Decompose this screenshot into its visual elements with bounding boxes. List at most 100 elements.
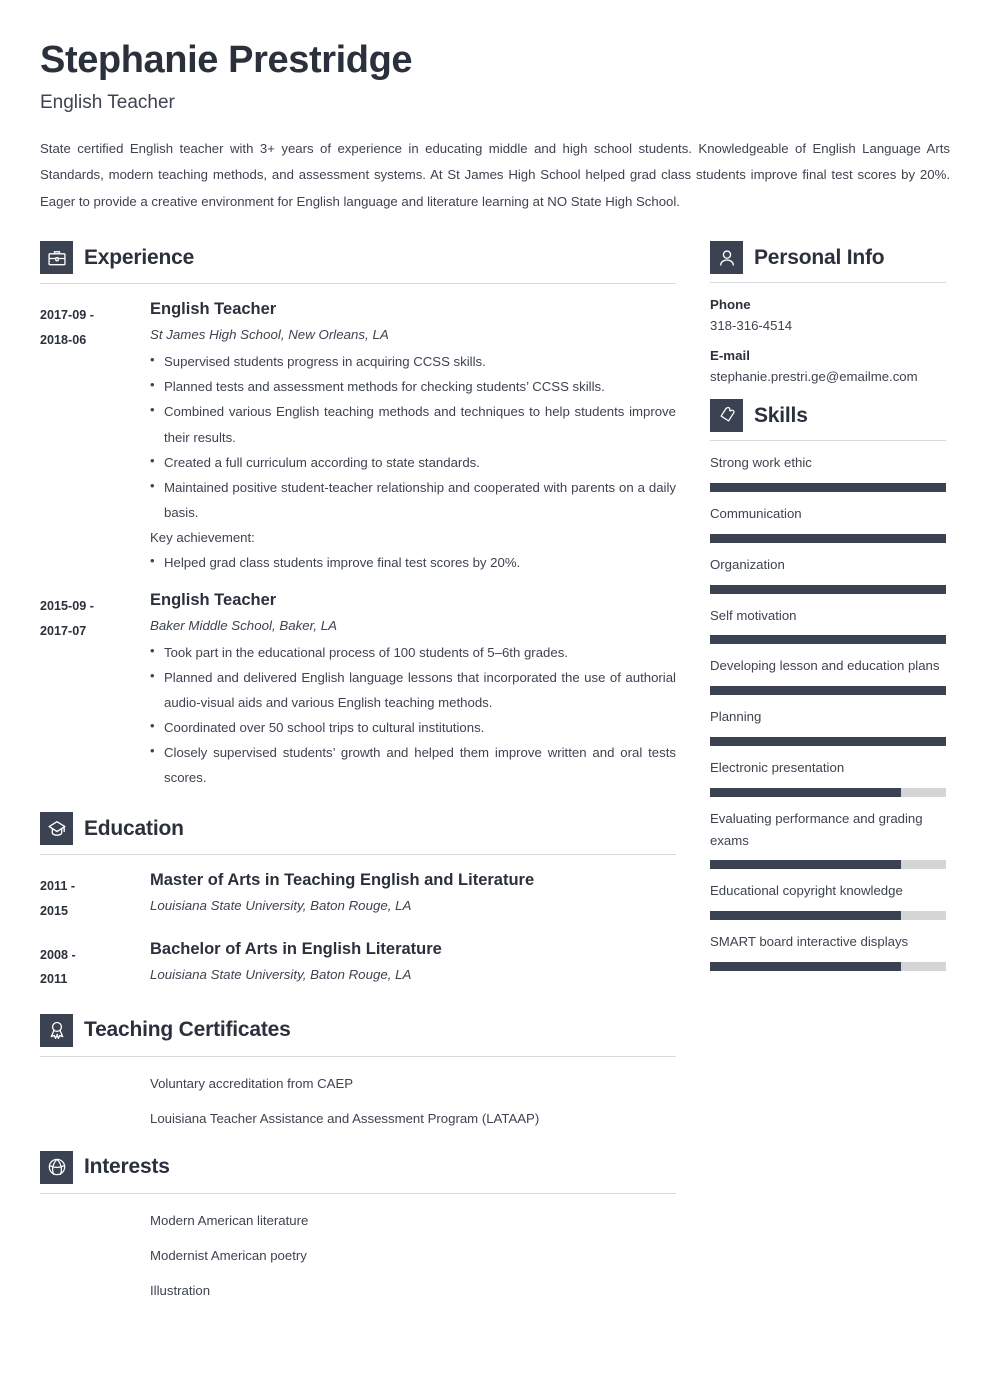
- section-title: Education: [84, 816, 184, 840]
- list-item: Closely supervised students’ growth and …: [150, 739, 676, 790]
- list-item: Maintained positive student-teacher rela…: [150, 474, 676, 525]
- education-entry: 2008 - 2011 Bachelor of Arts in English …: [40, 924, 676, 992]
- entry-title: Master of Arts in Teaching English and L…: [150, 871, 535, 890]
- skill-row: Developing lesson and education plans: [710, 644, 946, 696]
- list-item: Illustration: [150, 1283, 211, 1299]
- skill-row: Communication: [710, 492, 946, 543]
- certificates-list: Voluntary accreditation from CAEP Louisi…: [150, 1069, 676, 1139]
- personal-info-fields: Phone 318-316-4514 E-mail stephanie.pres…: [710, 283, 946, 384]
- skill-level-fill: [710, 483, 946, 493]
- section-title: Personal Info: [754, 245, 885, 269]
- skill-name: Self motivation: [710, 607, 797, 623]
- section-experience: Experience 2017-09 - 2018-06 English Tea…: [40, 241, 676, 790]
- entry-body: English Teacher St James High School, Ne…: [150, 300, 676, 575]
- key-achievement-label: Key achievement:: [150, 529, 255, 545]
- skill-level-track: [710, 787, 946, 797]
- experience-entry: 2015-09 - 2017-07 English Teacher Baker …: [40, 575, 676, 790]
- list-item: Voluntary accreditation from CAEP: [150, 1075, 354, 1091]
- entry-date: 2015-09 - 2017-07: [40, 591, 150, 790]
- section-header-personal-info: Personal Info: [710, 241, 946, 282]
- list-item: Coordinated over 50 school trips to cult…: [150, 714, 676, 740]
- skill-level-fill: [710, 961, 902, 971]
- section-interests: Interests Modern American literature Mod…: [40, 1150, 676, 1311]
- resume-header: Stephanie Prestridge English Teacher Sta…: [40, 38, 950, 215]
- list-item: Combined various English teaching method…: [150, 398, 676, 449]
- section-header-experience: Experience: [40, 241, 676, 283]
- entry-subtitle: Louisiana State University, Baton Rouge,…: [150, 966, 412, 982]
- list-item: Louisiana Teacher Assistance and Assessm…: [150, 1110, 540, 1126]
- section-personal-info: Personal Info Phone 318-316-4514 E-mail …: [710, 241, 946, 384]
- skill-level-fill: [710, 787, 902, 797]
- interests-list-wrap: Modern American literature Modernist Ame…: [40, 1194, 676, 1311]
- entry-title: Bachelor of Arts in English Literature: [150, 939, 442, 958]
- list-item: Took part in the educational process of …: [150, 639, 676, 665]
- entry-date-end: 2015: [40, 904, 69, 919]
- email-value: stephanie.prestri.ge@emailme.com: [710, 369, 918, 385]
- briefcase-icon: [40, 241, 73, 275]
- section-header-skills: Skills: [710, 399, 946, 440]
- skill-name: Evaluating performance and grading exams: [710, 810, 923, 848]
- entry-body: Master of Arts in Teaching English and L…: [150, 871, 676, 923]
- skill-level-track: [710, 483, 946, 493]
- puzzle-piece-icon: [710, 399, 743, 433]
- section-header-interests: Interests: [40, 1150, 676, 1193]
- entry-date-end: 2017-07: [40, 623, 87, 638]
- list-item: Created a full curriculum according to s…: [150, 449, 676, 475]
- list-item: Planned and delivered English language l…: [150, 664, 676, 715]
- skill-level-fill: [710, 736, 946, 746]
- skill-name: Strong work ethic: [710, 455, 812, 471]
- award-ribbon-icon: [40, 1013, 73, 1047]
- entry-body: English Teacher Baker Middle School, Bak…: [150, 591, 676, 790]
- skills-list: Strong work ethic Communication Organizati…: [710, 441, 946, 971]
- entry-title: English Teacher: [150, 591, 277, 609]
- section-title: Teaching Certificates: [84, 1018, 291, 1042]
- list-item: Supervised students progress in acquirin…: [150, 348, 676, 374]
- entry-body: Bachelor of Arts in English Literature L…: [150, 940, 676, 992]
- phone-value: 318-316-4514: [710, 318, 793, 334]
- skill-row: Self motivation: [710, 594, 946, 645]
- skill-name: Developing lesson and education plans: [710, 658, 940, 674]
- entry-key-achievements: Helped grad class students improve final…: [150, 549, 676, 575]
- skill-level-fill: [710, 584, 946, 594]
- skill-level-fill: [710, 533, 946, 543]
- skill-level-fill: [710, 860, 902, 870]
- section-header-education: Education: [40, 812, 676, 854]
- phone-label: Phone: [710, 297, 751, 313]
- professional-summary: State certified English teacher with 3+ …: [40, 141, 950, 209]
- skill-level-track: [710, 961, 946, 971]
- dribbble-ball-icon: [40, 1150, 73, 1184]
- skill-row: Planning: [710, 695, 946, 746]
- job-title: English Teacher: [40, 92, 175, 114]
- entry-date-spacer: [40, 1069, 150, 1139]
- entry-date-spacer: [40, 1206, 150, 1311]
- entry-date-start: 2011 -: [40, 879, 76, 894]
- entry-subtitle: St James High School, New Orleans, LA: [150, 327, 389, 343]
- list-item: Modern American literature: [150, 1212, 309, 1228]
- skill-row: Electronic presentation: [710, 746, 946, 797]
- skill-name: SMART board interactive displays: [710, 934, 909, 950]
- skill-row: SMART board interactive displays: [710, 920, 946, 971]
- skill-level-fill: [710, 635, 946, 645]
- entry-date-end: 2011: [40, 972, 68, 987]
- section-skills: Skills Strong work ethic Communication Org…: [710, 399, 946, 971]
- section-title: Interests: [84, 1155, 170, 1179]
- skill-row: Educational copyright knowledge: [710, 869, 946, 921]
- entry-date: 2017-09 - 2018-06: [40, 300, 150, 575]
- interests-list: Modern American literature Modernist Ame…: [150, 1206, 676, 1311]
- skill-name: Educational copyright knowledge: [710, 883, 903, 899]
- person-icon: [710, 241, 743, 275]
- skill-level-track: [710, 911, 946, 921]
- skill-level-track: [710, 584, 946, 594]
- skill-name: Planning: [710, 709, 762, 725]
- side-column: Personal Info Phone 318-316-4514 E-mail …: [710, 241, 946, 1311]
- skill-level-track: [710, 860, 946, 870]
- skill-level-fill: [710, 911, 902, 921]
- skill-level-track: [710, 533, 946, 543]
- entry-bullets: Supervised students progress in acquirin…: [150, 348, 676, 525]
- experience-entry: 2017-09 - 2018-06 English Teacher St Jam…: [40, 284, 676, 575]
- main-column: Experience 2017-09 - 2018-06 English Tea…: [40, 241, 676, 1311]
- skill-row: Organization: [710, 543, 946, 594]
- graduation-cap-icon: [40, 812, 73, 846]
- list-item: Helped grad class students improve final…: [150, 549, 676, 575]
- list-item: Modernist American poetry: [150, 1248, 307, 1264]
